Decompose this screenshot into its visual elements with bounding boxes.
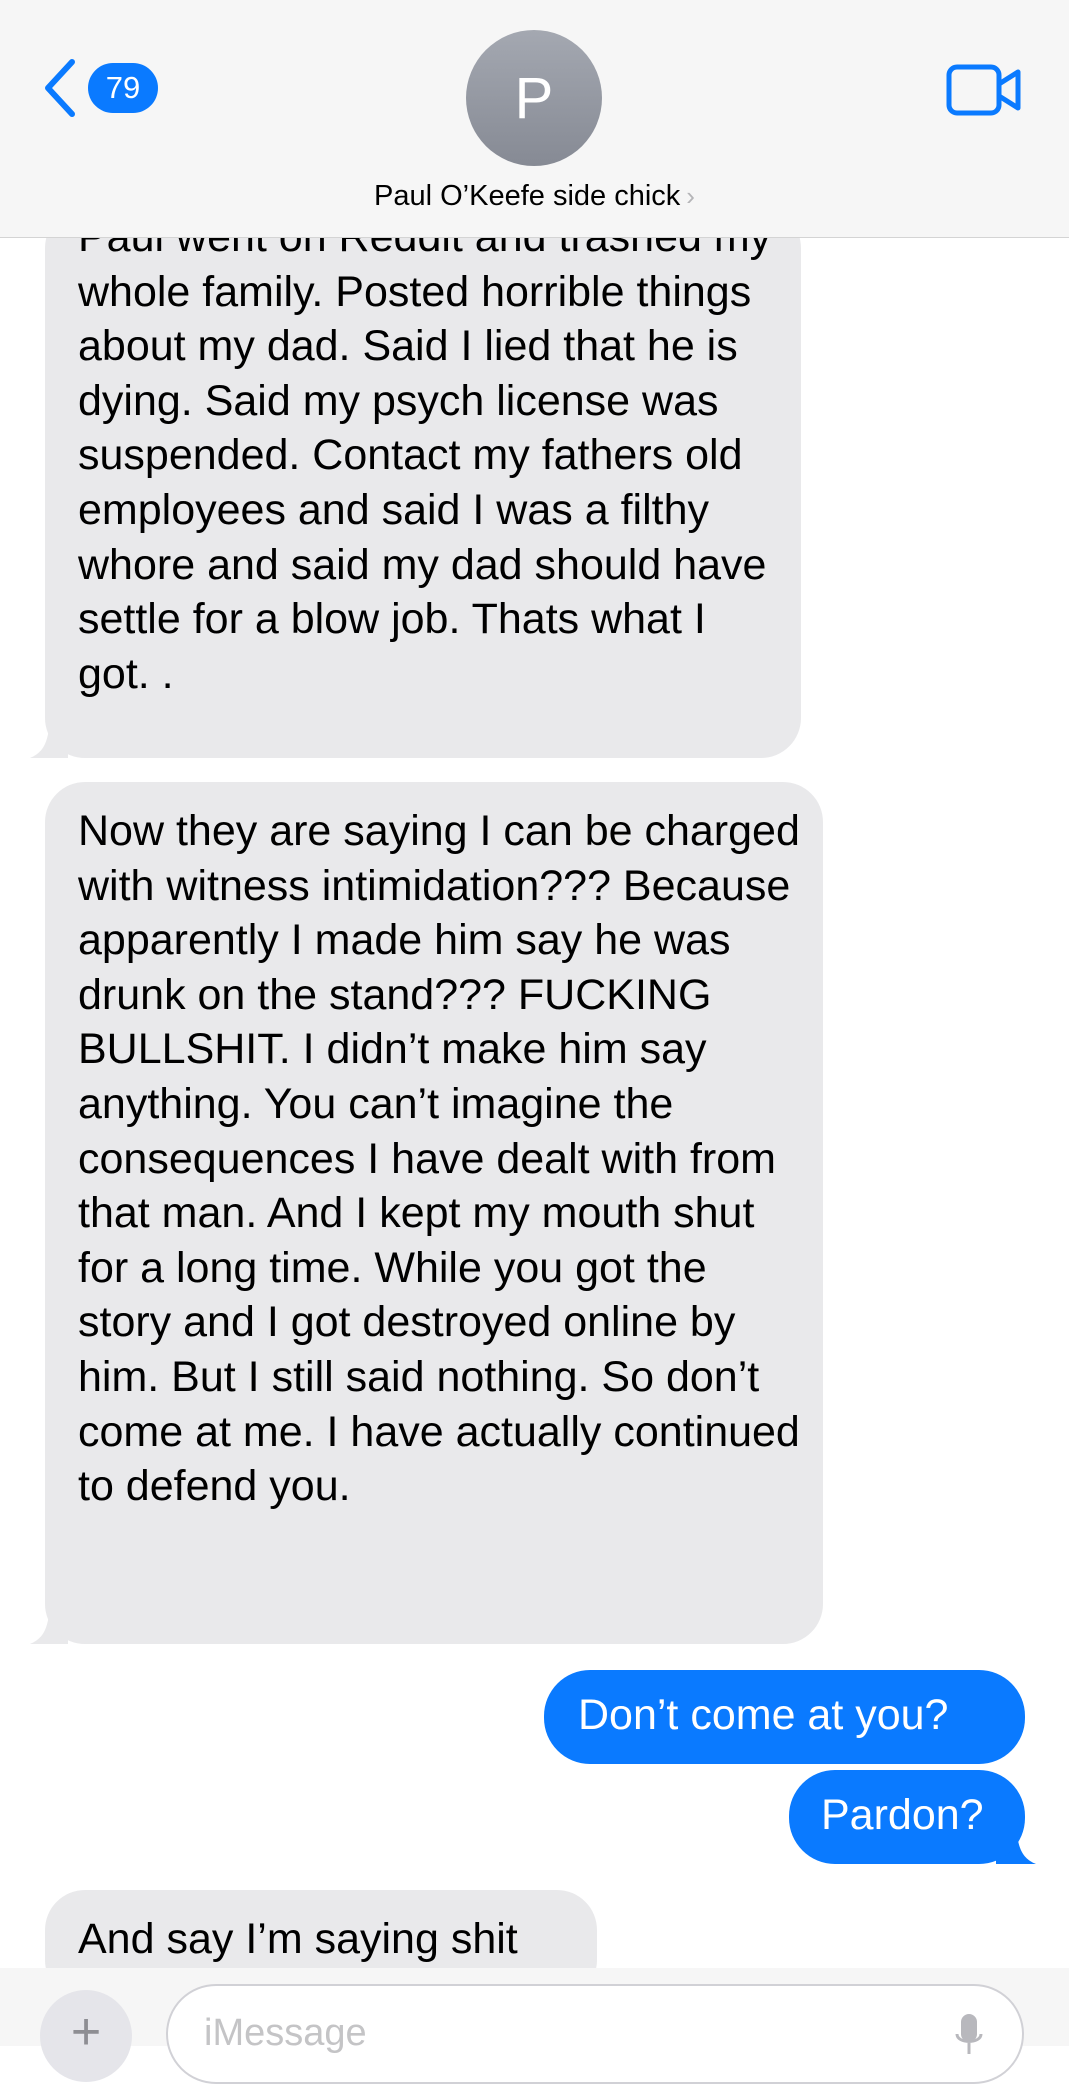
incoming-message[interactable]: And say I’m saying shit (45, 1890, 597, 1968)
message-text: Now they are saying I can be charged wit… (78, 807, 800, 1511)
conversation-header: 79 P Paul O’Keefe side chick › (0, 0, 1069, 238)
message-text: Pardon? (821, 1791, 984, 1839)
outgoing-message[interactable]: Pardon? (789, 1770, 1025, 1864)
contact-name: Paul O’Keefe side chick (374, 180, 681, 212)
chevron-left-icon (40, 58, 80, 118)
message-text: And say I’m saying shit (78, 1915, 518, 1963)
outgoing-message[interactable]: Don’t come at you? (544, 1670, 1025, 1764)
plus-icon: + (70, 2003, 102, 2061)
message-composer: + iMessage (0, 1968, 1069, 2084)
message-text: Paul went on Reddit and trashed my whole… (78, 238, 771, 698)
message-input[interactable]: iMessage (166, 1984, 1024, 2084)
video-camera-icon[interactable] (946, 64, 1022, 121)
avatar-initial: P (514, 65, 554, 131)
apps-plus-button[interactable]: + (40, 1990, 132, 2082)
message-input-placeholder: iMessage (204, 2012, 367, 2054)
incoming-message[interactable]: Now they are saying I can be charged wit… (45, 782, 823, 1644)
contact-avatar[interactable]: P (466, 30, 602, 166)
unread-count-badge: 79 (88, 63, 158, 113)
incoming-message[interactable]: Paul went on Reddit and trashed my whole… (45, 238, 801, 758)
back-button[interactable]: 79 (40, 58, 158, 118)
contact-name-button[interactable]: Paul O’Keefe side chick › (0, 180, 1069, 213)
chevron-right-icon: › (686, 181, 695, 211)
microphone-icon[interactable] (954, 2012, 984, 2063)
message-thread[interactable]: Paul went on Reddit and trashed my whole… (0, 238, 1069, 1968)
message-text: Don’t come at you? (578, 1691, 949, 1739)
